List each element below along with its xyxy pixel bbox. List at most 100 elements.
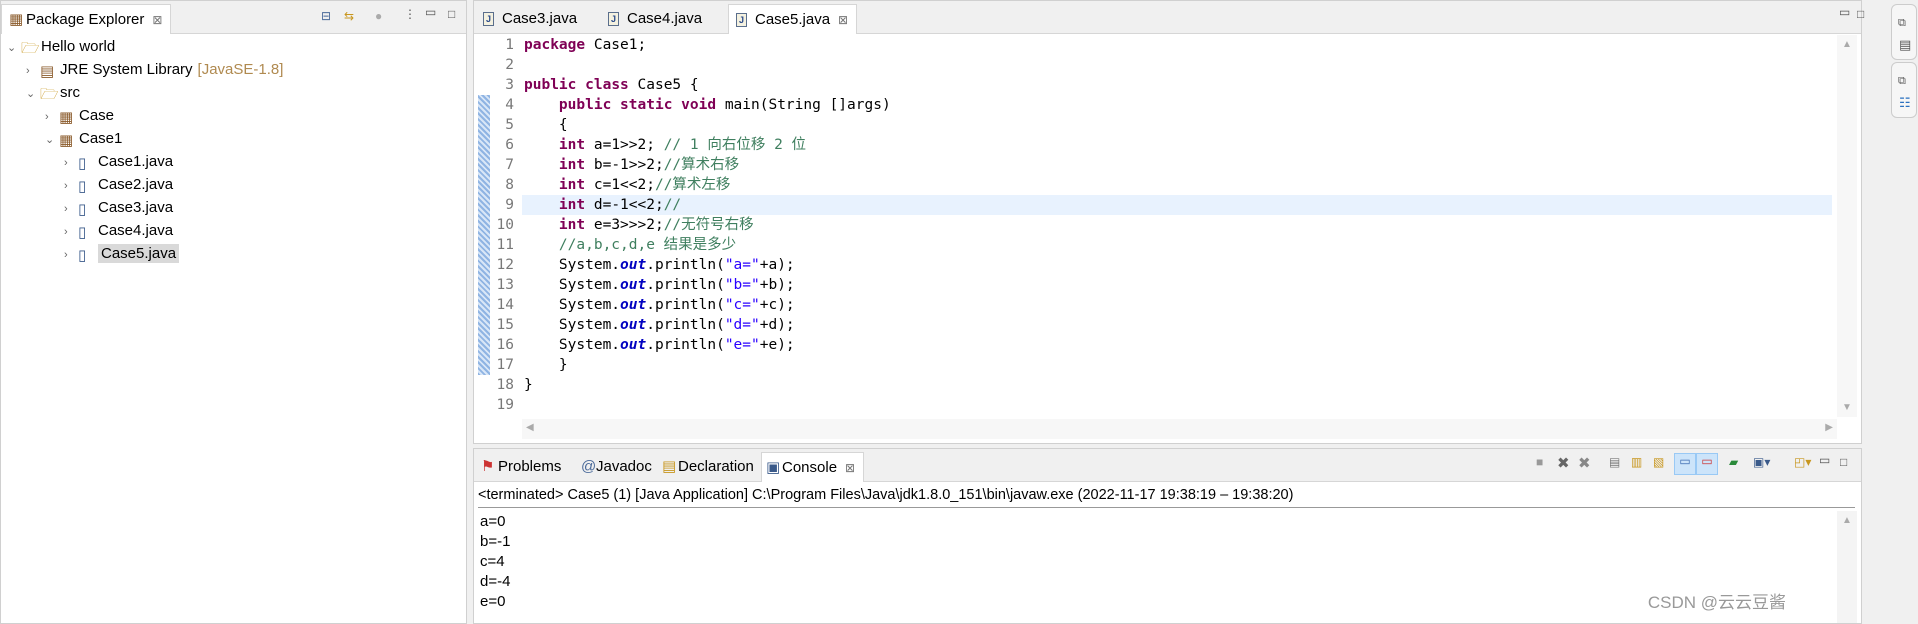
minimize-icon[interactable]: ▭ [425, 5, 436, 19]
code-line[interactable]: //a,b,c,d,e 结果是多少 [524, 235, 736, 255]
editor-tabbar: Case3.java Case4.java Case5.java⊠ ▭ □ [474, 1, 1864, 35]
code-line[interactable]: int d=-1<<2;// [524, 195, 681, 215]
trim-stack-2: ⧉ ☷ [1891, 62, 1917, 118]
console-output-line: e=0 [480, 593, 506, 610]
outline-icon[interactable]: ▤ [1899, 37, 1911, 53]
tree-item[interactable]: › ▯ Case2.java [64, 173, 173, 196]
tree-item-label: Hello world [41, 38, 116, 55]
pin-console-icon[interactable]: ▰ [1729, 455, 1738, 469]
tree-item[interactable]: ⌄ 🗁Hello world [7, 35, 115, 58]
horizontal-scrollbar[interactable]: ◀ ▶ [522, 419, 1837, 439]
word-wrap-icon[interactable]: ▧ [1653, 455, 1664, 469]
tree-item-label: Case1.java [98, 153, 174, 170]
code-line[interactable]: package Case1; [524, 35, 646, 55]
code-line[interactable]: System.out.println("b="+b); [524, 275, 795, 295]
chevron-right-icon[interactable]: › [64, 244, 78, 267]
line-number: 12 [496, 257, 514, 273]
tab-declaration[interactable]: ▤ Declaration [658, 452, 754, 482]
console-icon: ▣ [766, 459, 781, 476]
tree-item-label: JRE System Library [60, 61, 193, 78]
code-line[interactable]: int e=3>>>2;//无符号右移 [524, 215, 754, 235]
chevron-right-icon[interactable]: › [64, 198, 78, 221]
code-line[interactable]: { [524, 115, 568, 135]
tree-item-label: Case1 [79, 130, 123, 147]
filter-icon[interactable]: ● [375, 9, 382, 23]
close-icon[interactable]: ⊠ [838, 13, 848, 27]
tab-problems[interactable]: ⚑ Problems [476, 452, 561, 482]
scroll-lock-icon[interactable]: ▥ [1631, 455, 1642, 469]
tree-item[interactable]: ⌄ ▦ Case1 [45, 127, 122, 150]
line-number: 5 [505, 117, 514, 133]
tree-item[interactable]: › ▯ Case1.java [64, 150, 173, 173]
line-number: 4 [505, 97, 514, 113]
clear-console-icon[interactable]: ▤ [1609, 455, 1620, 469]
view-menu-icon[interactable]: ⋮ [404, 7, 416, 21]
display-console-icon[interactable]: ▣▾ [1753, 455, 1770, 469]
tab-javadoc[interactable]: @ Javadoc [578, 452, 652, 482]
code-line[interactable]: int c=1<<2;//算术左移 [524, 175, 731, 195]
tab-case3-java[interactable]: Case3.java [476, 4, 577, 34]
tab-console[interactable]: ▣ Console ⊠ [761, 452, 865, 482]
chevron-right-icon[interactable]: › [64, 152, 78, 175]
console-output-line: d=-4 [480, 573, 511, 590]
tree-item[interactable]: ⌄ 🗁src [26, 81, 80, 104]
chevron-right-icon[interactable]: › [26, 60, 40, 83]
open-console-icon[interactable]: ◰▾ [1794, 455, 1811, 469]
tree-item[interactable]: › ▦ Case [45, 104, 114, 127]
code-line[interactable]: System.out.println("a="+a); [524, 255, 795, 275]
chevron-down-icon[interactable]: ⌄ [45, 129, 59, 152]
code-line[interactable]: } [524, 355, 568, 375]
java-file-warning-icon: ▯ [78, 201, 87, 218]
line-number: 10 [496, 217, 514, 233]
line-number: 15 [496, 317, 514, 333]
chevron-down-icon[interactable]: ⌄ [26, 83, 40, 106]
chevron-right-icon[interactable]: › [45, 106, 59, 129]
remove-launch-icon[interactable]: ✖ [1557, 454, 1570, 472]
chevron-right-icon[interactable]: › [64, 221, 78, 244]
terminate-icon[interactable]: ■ [1536, 455, 1543, 469]
code-line[interactable]: } [524, 375, 533, 395]
console-scrollbar[interactable]: ▲ [1837, 511, 1857, 623]
chevron-down-icon[interactable]: ⌄ [7, 37, 21, 60]
chevron-right-icon[interactable]: › [64, 175, 78, 198]
minimize-icon[interactable]: ▭ [1839, 5, 1850, 19]
line-number: 9 [505, 197, 514, 213]
restore-icon[interactable]: ⧉ [1898, 17, 1906, 30]
code-line[interactable]: public class Case5 { [524, 75, 699, 95]
console-tabbar: ⚑ Problems @ Javadoc ▤ Declaration ▣ Console… [474, 449, 1861, 482]
library-icon: ▤ [40, 63, 55, 80]
show-on-stdout-icon[interactable]: ▭ [1674, 453, 1696, 475]
code-line[interactable]: System.out.println("d="+d); [524, 315, 795, 335]
line-number: 17 [496, 357, 514, 373]
tree-item-label: Case3.java [98, 199, 174, 216]
code-line[interactable]: int b=-1>>2;//算术右移 [524, 155, 739, 175]
collapse-all-icon[interactable]: ⊟ [321, 9, 331, 23]
tab-case4-java[interactable]: Case4.java [601, 4, 702, 34]
line-number: 16 [496, 337, 514, 353]
tree-item[interactable]: › ▯ Case3.java [64, 196, 173, 219]
vertical-scrollbar[interactable]: ▲ ▼ [1837, 35, 1857, 417]
close-icon[interactable]: ⊠ [152, 13, 162, 27]
maximize-icon[interactable]: □ [1840, 455, 1847, 469]
code-line[interactable]: System.out.println("c="+c); [524, 295, 795, 315]
code-line[interactable]: System.out.println("e="+e); [524, 335, 795, 355]
editor-panel: Case3.java Case4.java Case5.java⊠ ▭ □ 1p… [473, 0, 1864, 444]
show-on-stderr-icon[interactable]: ▭ [1696, 453, 1718, 475]
code-line[interactable]: int a=1>>2; // 1 向右位移 2 位 [524, 135, 806, 155]
close-icon[interactable]: ⊠ [845, 461, 855, 475]
link-with-editor-icon[interactable]: ⇆ [344, 9, 354, 23]
line-number: 14 [496, 297, 514, 313]
tab-package-explorer[interactable]: ▦ Package Explorer ⊠ [1, 4, 172, 34]
restore-icon[interactable]: ⧉ [1898, 75, 1906, 88]
console-header: <terminated> Case5 (1) [Java Application… [478, 482, 1855, 508]
tree-item[interactable]: › ▯ Case4.java [64, 219, 173, 242]
task-list-icon[interactable]: ☷ [1899, 95, 1911, 111]
code-line[interactable]: public static void main(String []args) [524, 95, 891, 115]
minimize-icon[interactable]: ▭ [1819, 453, 1830, 467]
tree-item[interactable]: › ▯ Case5.java [64, 242, 180, 267]
tree-item[interactable]: › ▤ JRE System Library [JavaSE-1.8] [26, 58, 283, 81]
tab-case5-java[interactable]: Case5.java⊠ [728, 4, 858, 35]
maximize-icon[interactable]: □ [448, 7, 455, 21]
remove-all-terminated-icon[interactable]: ✖ [1578, 454, 1591, 472]
maximize-icon[interactable]: □ [1857, 7, 1864, 21]
